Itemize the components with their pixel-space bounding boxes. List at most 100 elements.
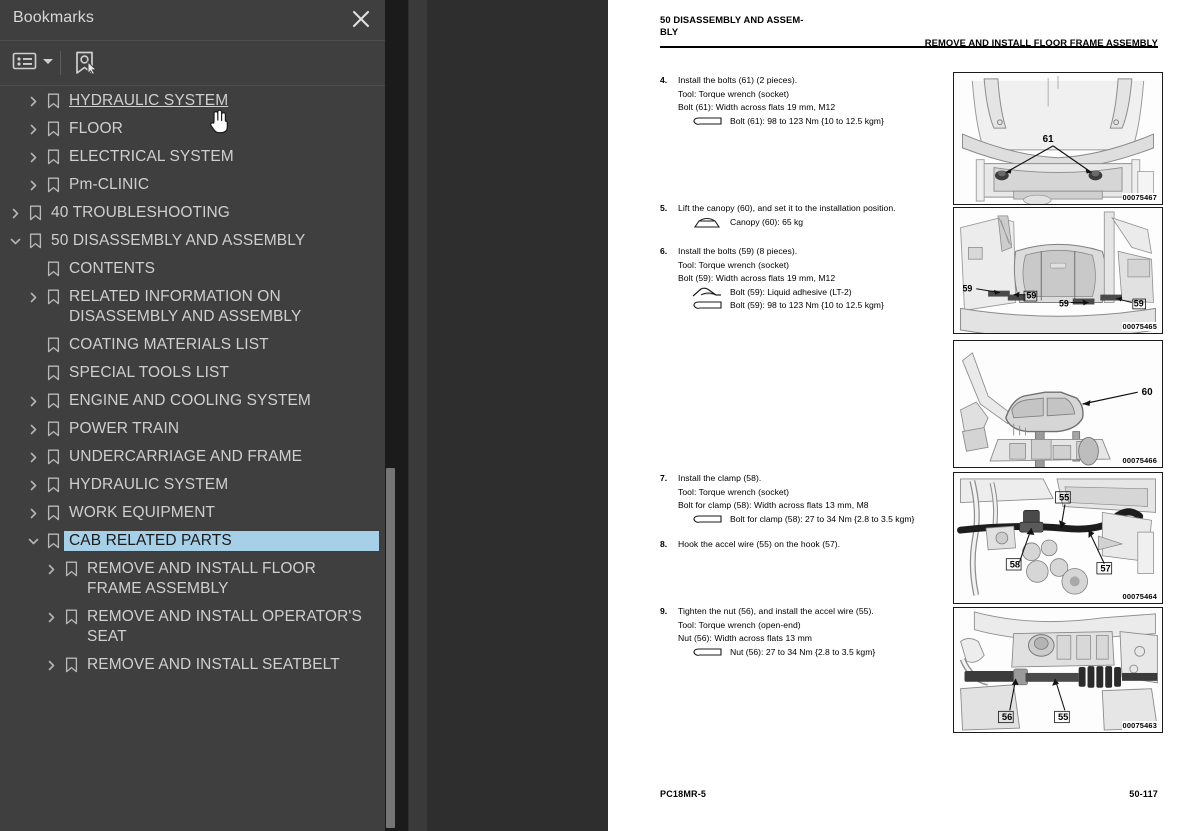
- spec-text: Bolt (59): Liquid adhesive (LT-2): [730, 286, 852, 297]
- bookmark-tree-item[interactable]: HYDRAULIC SYSTEM: [0, 87, 385, 115]
- figure-illustration-clamp-accel-wire: 55 58 57: [954, 473, 1162, 603]
- close-icon[interactable]: [349, 7, 373, 31]
- bookmark-tree-item[interactable]: 40 TROUBLESHOOTING: [0, 199, 385, 227]
- step-number: 6.: [660, 246, 668, 256]
- svg-text:56: 56: [1002, 712, 1012, 722]
- bookmark-item-label: POWER TRAIN: [69, 420, 180, 437]
- bookmark-item-label: REMOVE AND INSTALL OPERATOR'S SEAT: [87, 608, 362, 645]
- bookmark-tree-item[interactable]: ENGINE AND COOLING SYSTEM: [0, 387, 385, 415]
- bookmark-icon: [42, 175, 64, 195]
- step-text-line: Tool: Torque wrench (socket): [678, 259, 790, 270]
- collapse-panel-button[interactable]: [409, 0, 832, 831]
- panel-outer-gutter: [396, 0, 408, 831]
- bookmark-tree-item[interactable]: 50 DISASSEMBLY AND ASSEMBLY: [0, 227, 385, 255]
- bookmark-item-label: HYDRAULIC SYSTEM: [69, 92, 229, 109]
- pdf-reader-window: Bookmarks HYDRAULIC SYSTEM FLOOR ELECTRI…: [0, 0, 1200, 831]
- bookmark-icon: [42, 119, 64, 139]
- bookmark-icon: [60, 559, 82, 579]
- bookmark-tree-item[interactable]: REMOVE AND INSTALL SEATBELT: [0, 651, 385, 679]
- bookmark-tree-item[interactable]: UNDERCARRIAGE AND FRAME: [0, 443, 385, 471]
- chevron-right-icon[interactable]: [24, 447, 42, 467]
- svg-text:60: 60: [1142, 387, 1153, 398]
- step-text-line: Install the bolts (61) (2 pieces).: [678, 75, 798, 85]
- figure-caption: 00075463: [1121, 721, 1158, 730]
- step-number: 4.: [660, 75, 668, 85]
- chevron-right-icon[interactable]: [24, 475, 42, 495]
- bookmark-icon: [42, 259, 64, 279]
- spec-text: Nut (56): 27 to 34 Nm {2.8 to 3.5 kgm}: [730, 646, 876, 657]
- chevron-down-icon[interactable]: [24, 531, 42, 551]
- bookmark-item-label: ELECTRICAL SYSTEM: [69, 148, 234, 165]
- step-spec-line: Bolt (59): Liquid adhesive (LT-2): [678, 286, 956, 300]
- bookmark-tree-item[interactable]: CAB RELATED PARTS: [0, 527, 385, 555]
- footer-page-number: 50-117: [1129, 789, 1158, 799]
- step-spec-line: Bolt for clamp (58): 27 to 34 Nm {2.8 to…: [678, 513, 956, 527]
- toolbar-divider: [60, 51, 61, 75]
- figure-illustration-floor-bolts: 59 59 59 59: [954, 208, 1162, 333]
- chevron-down-icon[interactable]: [43, 58, 53, 64]
- bookmarks-scrollbar-thumb[interactable]: [386, 468, 395, 828]
- step-body: Install the bolts (59) (8 pieces). Tool: …: [678, 245, 956, 313]
- bookmark-item-label: WORK EQUIPMENT: [69, 504, 216, 521]
- chevron-right-icon[interactable]: [24, 91, 42, 111]
- bookmark-tree-item[interactable]: REMOVE AND INSTALL FLOOR FRAME ASSEMBLY: [0, 555, 385, 603]
- step-number: 9.: [660, 606, 668, 616]
- figure-caption: 00075467: [1121, 193, 1158, 202]
- weight-sling-icon: [690, 216, 724, 229]
- procedure-step: 6. Install the bolts (59) (8 pieces). Tool…: [656, 245, 956, 313]
- bookmark-tree-item[interactable]: Pm-CLINIC: [0, 171, 385, 199]
- chevron-right-icon[interactable]: [24, 147, 42, 167]
- procedure-step: 9. Tighten the nut (56), and install the …: [656, 605, 956, 659]
- bookmark-tree-item[interactable]: ELECTRICAL SYSTEM: [0, 143, 385, 171]
- header-rule: [660, 46, 1158, 49]
- chevron-right-icon[interactable]: [24, 503, 42, 523]
- chevron-right-icon[interactable]: [42, 655, 60, 675]
- bookmark-icon: [60, 607, 82, 627]
- bookmark-tree-item[interactable]: SPECIAL TOOLS LIST: [0, 359, 385, 387]
- torque-wrench-icon: [690, 115, 724, 128]
- chevron-right-icon[interactable]: [24, 391, 42, 411]
- bookmarks-panel-header: Bookmarks: [0, 0, 385, 41]
- adhesive-icon: [690, 286, 724, 299]
- chevron-right-icon[interactable]: [42, 607, 60, 627]
- svg-text:55: 55: [1058, 712, 1068, 722]
- chevron-right-icon[interactable]: [6, 203, 24, 223]
- figure-panel: 59 59 59 59 00075465: [953, 207, 1163, 334]
- step-body: Install the clamp (58). Tool: Torque wren…: [678, 472, 956, 526]
- bookmarks-tree[interactable]: HYDRAULIC SYSTEM FLOOR ELECTRICAL SYSTEM Pm…: [0, 87, 385, 831]
- chevron-right-icon[interactable]: [24, 419, 42, 439]
- spec-text: Bolt (61): 98 to 123 Nm {10 to 12.5 kgm}: [730, 115, 884, 126]
- bookmark-tree-item[interactable]: RELATED INFORMATION ON DISASSEMBLY AND A…: [0, 283, 385, 331]
- bookmark-tree-item[interactable]: HYDRAULIC SYSTEM: [0, 471, 385, 499]
- bookmark-icon: [42, 287, 64, 307]
- bookmark-tree-item[interactable]: REMOVE AND INSTALL OPERATOR'S SEAT: [0, 603, 385, 651]
- bookmark-tree-item[interactable]: CONTENTS: [0, 255, 385, 283]
- bookmark-tree-item[interactable]: WORK EQUIPMENT: [0, 499, 385, 527]
- bookmark-icon: [42, 391, 64, 411]
- chevron-right-icon[interactable]: [24, 119, 42, 139]
- bookmark-tree-item[interactable]: COATING MATERIALS LIST: [0, 331, 385, 359]
- bookmark-tree-item[interactable]: FLOOR: [0, 115, 385, 143]
- step-body: Tighten the nut (56), and install the ac…: [678, 605, 956, 659]
- procedure-step: 8. Hook the accel wire (55) on the hook (…: [656, 538, 956, 552]
- step-spec-line: Nut (56): 27 to 34 Nm {2.8 to 3.5 kgm}: [678, 646, 956, 660]
- bookmark-item-label: ENGINE AND COOLING SYSTEM: [69, 392, 311, 409]
- chevron-down-icon[interactable]: [6, 231, 24, 251]
- figure-caption: 00075466: [1121, 456, 1158, 465]
- list-options-icon[interactable]: [12, 50, 53, 72]
- torque-wrench-icon: [690, 513, 724, 526]
- chevron-right-icon[interactable]: [24, 175, 42, 195]
- step-text-line: Tighten the nut (56), and install the ac…: [678, 606, 874, 616]
- figure-caption: 00075464: [1121, 592, 1158, 601]
- panel-title: Bookmarks: [13, 9, 94, 26]
- figure-panel: 56 55 00075463: [953, 607, 1163, 733]
- chevron-right-icon[interactable]: [24, 287, 42, 307]
- bookmark-pointer-icon[interactable]: [72, 50, 100, 81]
- chevron-right-icon[interactable]: [42, 559, 60, 579]
- footer-model-number: PC18MR-5: [660, 789, 707, 799]
- bookmark-item-label: Pm-CLINIC: [69, 176, 150, 193]
- bookmark-tree-item[interactable]: POWER TRAIN: [0, 415, 385, 443]
- header-chapter-line2: BLY: [660, 25, 679, 37]
- figure-illustration-canopy-bolts: 61: [954, 73, 1162, 204]
- bookmark-icon: [42, 91, 64, 111]
